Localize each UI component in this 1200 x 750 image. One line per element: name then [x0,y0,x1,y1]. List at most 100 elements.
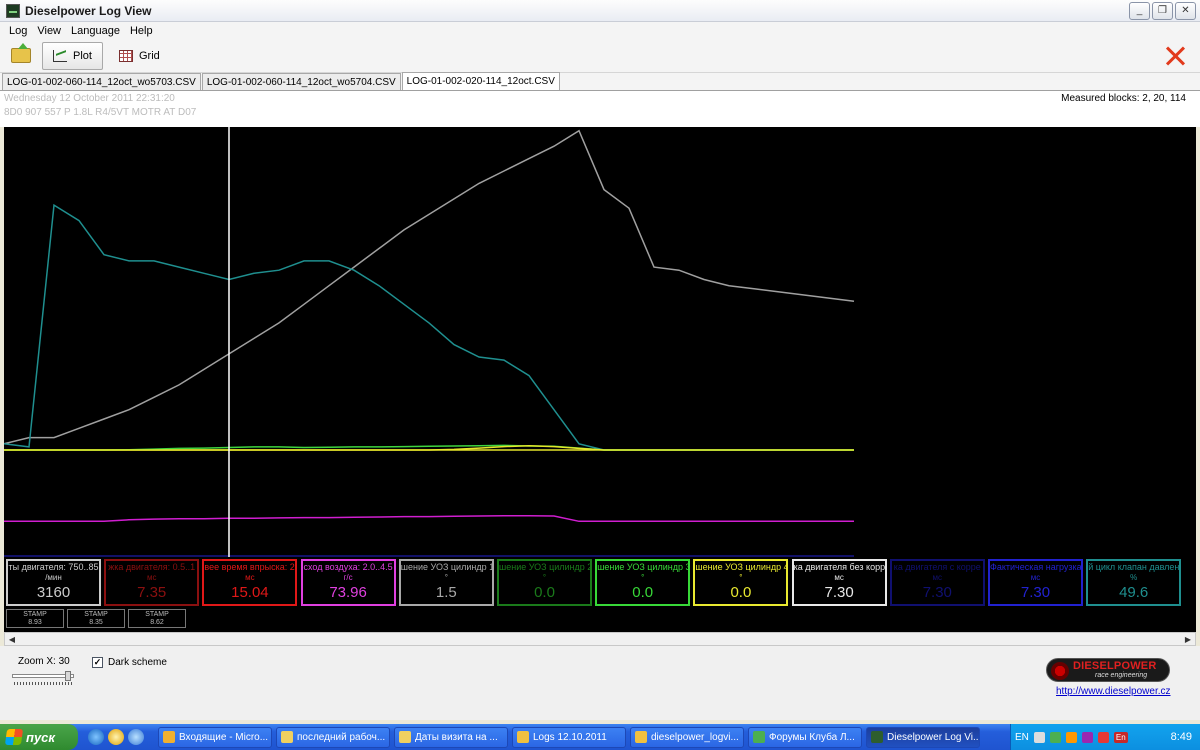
series-line-1 [4,203,854,451]
restore-button[interactable]: ❐ [1152,2,1173,20]
task-app-icon [281,731,293,743]
grid-icon [118,49,133,62]
checkbox-check-icon[interactable]: ✓ [92,657,103,668]
window-controls: _ ❐ ✕ [1129,2,1196,20]
taskbar-item-6[interactable]: Dieselpower Log Vi... [866,726,980,748]
menu-language[interactable]: Language [66,25,125,37]
dark-scheme-checkbox[interactable]: ✓ Dark scheme [92,657,167,668]
gauge-6[interactable]: шение УОЗ цилиндр 3 ° 0.0 [595,559,691,606]
turbo-icon [1051,662,1069,680]
website-link[interactable]: http://www.dieselpower.cz [1056,686,1171,697]
gauge-unit: ° [542,573,547,582]
file-tabs: LOG-01-002-060-114_12oct_wo5703.CSV LOG-… [0,72,1200,91]
gauge-value: 0.0 [632,584,654,601]
gauge-unit: мс [245,573,255,582]
gauge-10[interactable]: Фактическая нагрузка мс 7.30 [988,559,1083,606]
dark-scheme-label: Dark scheme [108,657,167,668]
menu-log[interactable]: Log [4,25,32,37]
desktop-icon[interactable] [128,729,144,745]
taskbar-item-5[interactable]: Форумы Клуба Л... [748,726,862,748]
plot-scrollbar[interactable]: ◀ ▶ [4,632,1196,646]
quick-launch [88,729,144,745]
close-log-icon[interactable] [1164,44,1188,68]
language-indicator[interactable]: EN [1015,732,1029,743]
zoom-slider[interactable] [12,670,76,688]
stamp-value: 8.35 [89,619,103,626]
gauge-1[interactable]: жка двигателя: 0.5..1 мс 7.35 [104,559,200,606]
stamp-value: 8.93 [28,619,42,626]
taskbar-item-4[interactable]: dieselpower_logvi... [630,726,744,748]
plot-button[interactable]: Plot [42,41,103,70]
zoom-ticks [14,682,72,685]
zoom-thumb[interactable] [65,671,72,681]
gauge-4[interactable]: шение УОЗ цилиндр 1 ° 1.5 [398,559,494,606]
taskbar-item-3[interactable]: Logs 12.10.2011 [512,726,626,748]
windows-logo-icon [4,729,24,745]
gauge-unit: ° [739,573,743,582]
tab-log-0[interactable]: LOG-01-002-060-114_12oct_wo5703.CSV [2,73,201,90]
internet-explorer-icon[interactable] [88,729,104,745]
stamp-1: STAMP 8.35 [67,609,125,628]
task-label: Даты визита на ... [415,731,498,743]
outlook-icon[interactable] [108,729,124,745]
title-bar: Dieselpower Log View _ ❐ ✕ [0,0,1200,22]
task-app-icon [753,731,765,743]
gauge-value: 7.30 [922,584,952,601]
gauge-label: шение УОЗ цилиндр 2 [499,562,590,572]
lang-badge-icon[interactable]: En [1113,731,1128,743]
line-chart[interactable] [4,127,1196,557]
stamp-0: STAMP 8.93 [6,609,64,628]
log-date: Wednesday 12 October 2011 22:31:20 [4,93,175,104]
close-window-button[interactable]: ✕ [1175,2,1196,20]
grid-button[interactable]: Grid [109,42,170,70]
start-button[interactable]: пуск [0,724,78,750]
gauge-0[interactable]: ты двигателя: 750..85/мин 3160 [6,559,101,606]
scroll-right-icon[interactable]: ▶ [1181,633,1195,645]
taskbar-item-1[interactable]: последний рабоч... [276,726,390,748]
volume-icon[interactable] [1081,731,1093,743]
taskbar-item-2[interactable]: Даты визита на ... [394,726,508,748]
gauge-value: 7.35 [137,584,167,601]
network-icon[interactable] [1049,731,1061,743]
series-line-0 [4,129,855,445]
gauge-value: 7.30 [1020,584,1051,601]
gauge-7[interactable]: шение УОЗ цилиндр 4 ° 0.0 [693,559,789,606]
keyboard-icon[interactable] [1033,731,1045,743]
tab-log-1[interactable]: LOG-01-002-060-114_12oct_wo5704.CSV [201,73,401,90]
tab-log-2[interactable]: LOG-01-002-020-114_12oct.CSV [401,72,560,90]
scroll-left-icon[interactable]: ◀ [5,633,19,645]
gauge-label: Фактическая нагрузка [990,562,1081,572]
zoom-label: Zoom X: 30 [18,656,70,667]
gauge-unit: мс [1030,573,1041,582]
skype-icon[interactable] [1097,731,1109,743]
ecu-id: 8D0 907 557 P 1.8L R4/5VT MOTR AT D07 [4,107,197,118]
plot-area[interactable]: ты двигателя: 750..85/мин 3160 жка двигате… [4,127,1196,632]
open-folder-icon [11,43,31,63]
gauge-unit: ° [641,573,645,582]
menu-bar: Log View Language Help [0,22,1200,39]
gauge-11[interactable]: й цикл клапан давлен% 49.6 [1086,559,1182,606]
plot-icon [53,49,67,62]
open-log-button[interactable] [6,42,36,70]
menu-help[interactable]: Help [125,25,158,37]
bottom-panel: Zoom X: 30 ✓ Dark scheme DIESELPOWER rac… [0,646,1200,720]
gauge-3[interactable]: сход воздуха: 2.0..4.5 г/с 73.96 [300,559,396,606]
gauge-label: ка двигателя с корре [893,562,981,572]
antivirus-icon[interactable] [1065,731,1077,743]
logo-brand: DIESELPOWER [1073,660,1157,672]
gauge-8[interactable]: ка двигателя без корр мс 7.30 [791,559,887,606]
system-tray: EN En 8:49 [1010,724,1200,750]
gauge-unit: мс [932,573,943,582]
task-label: последний рабоч... [297,731,386,743]
minimize-button[interactable]: _ [1129,2,1150,20]
gauge-2[interactable]: вее время впрыска: 2. мс 15.04 [202,559,298,606]
gauge-9[interactable]: ка двигателя с корре мс 7.30 [889,559,985,606]
dieselpower-logo: DIESELPOWER race engineering [1046,658,1170,682]
stamp-label: STAMP [84,611,108,618]
task-buttons: Входящие - Micro... последний рабоч... Дат… [154,726,980,748]
gauge-value: 0.0 [730,584,752,601]
gauge-5[interactable]: шение УОЗ цилиндр 2 ° 0.0 [497,559,592,606]
taskbar-item-0[interactable]: Входящие - Micro... [158,726,272,748]
gauge-label: сход воздуха: 2.0..4.5 [303,562,393,572]
menu-view[interactable]: View [32,25,66,37]
